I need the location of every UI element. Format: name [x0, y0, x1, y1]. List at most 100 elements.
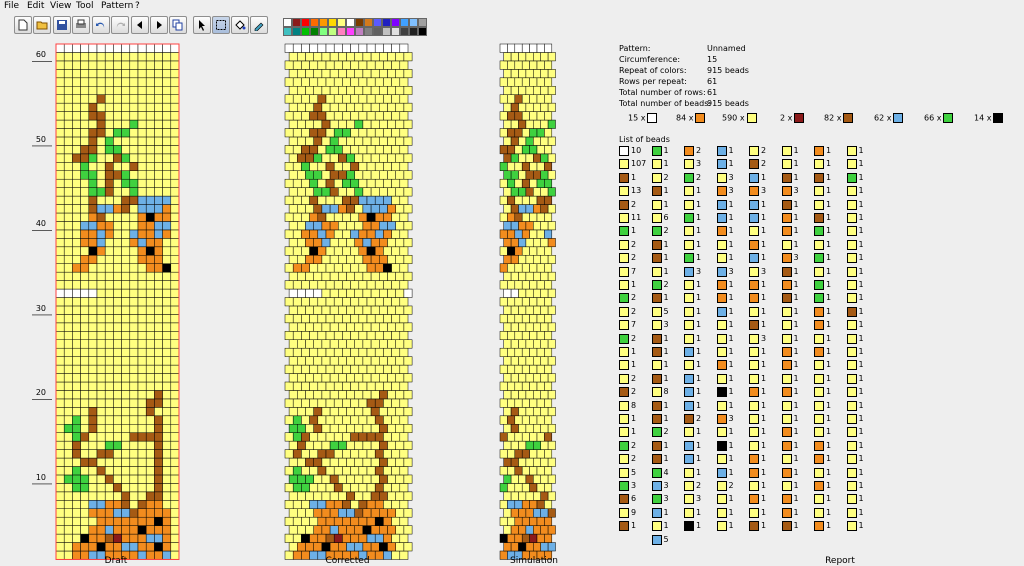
simulation-bead — [525, 153, 534, 163]
draft-bead — [129, 288, 139, 298]
simulation-bead — [533, 187, 541, 197]
draft-bead — [80, 128, 90, 138]
draft-bead — [154, 263, 163, 273]
draft-bead — [113, 195, 122, 205]
draft-bead — [154, 187, 163, 197]
draft-bead — [145, 500, 155, 509]
corrected-bead — [399, 162, 409, 172]
corrected-bead — [288, 271, 298, 281]
draft-bead — [154, 94, 163, 104]
corrected-bead — [403, 288, 413, 298]
draft-bead — [162, 162, 172, 172]
corrected-bead — [305, 525, 314, 535]
draft-bead — [72, 466, 81, 476]
draft-bead — [113, 136, 122, 146]
draft-bead — [121, 238, 131, 248]
corrected-bead — [391, 145, 401, 155]
corrected-bead — [358, 128, 368, 138]
bead-swatch — [716, 507, 727, 518]
simulation-bead — [514, 398, 523, 408]
corrected-bead — [301, 77, 310, 87]
draft-bead — [72, 255, 81, 264]
corrected-bead — [403, 102, 413, 112]
draft-bead — [88, 119, 98, 129]
corrected-bead — [403, 339, 413, 349]
corrected-bead — [370, 424, 380, 433]
draft-bead — [113, 229, 122, 239]
simulation-bead — [499, 246, 508, 256]
draft-bead — [55, 449, 65, 459]
simulation-bead — [540, 474, 549, 484]
corrected-bead — [321, 542, 331, 552]
corrected-bead — [403, 457, 413, 467]
draft-bead — [129, 187, 139, 197]
draft-bead — [145, 483, 155, 493]
draft-bead — [55, 178, 65, 188]
simulation-bead — [525, 204, 534, 214]
corrected-bead — [333, 212, 343, 222]
draft-bead — [55, 94, 65, 104]
corrected-bead — [370, 255, 380, 264]
simulation-bead — [533, 136, 541, 146]
corrected-bead — [317, 246, 327, 256]
simulation-bead — [540, 238, 549, 248]
corrected-bead — [346, 305, 355, 315]
bead-swatch — [749, 333, 759, 344]
corrected-bead — [379, 153, 388, 163]
corrected-bead — [317, 43, 327, 53]
draft-bead — [137, 339, 147, 349]
simulation-bead — [499, 364, 508, 374]
draft-bead — [72, 128, 81, 138]
corrected-bead — [387, 440, 396, 450]
draft-bead — [145, 69, 155, 79]
draft-bead — [96, 263, 106, 273]
bead-swatch — [716, 213, 727, 223]
draft-bead — [55, 102, 65, 112]
axis-label: 60 — [35, 50, 46, 60]
corrected-bead — [370, 305, 380, 315]
draft-bead — [55, 136, 65, 146]
corrected-bead — [350, 162, 360, 172]
simulation-bead — [521, 331, 530, 340]
draft-grid[interactable] — [0, 0, 1024, 566]
draft-bead — [170, 432, 180, 442]
bead-swatch — [716, 186, 727, 197]
corrected-bead — [366, 162, 376, 172]
bead-swatch — [684, 400, 694, 411]
draft-bead — [80, 178, 90, 188]
corrected-bead — [329, 508, 339, 518]
draft-bead — [72, 60, 81, 70]
bead-swatch — [684, 306, 694, 317]
corrected-bead — [301, 195, 310, 205]
draft-bead — [63, 288, 73, 298]
corrected-bead — [379, 390, 388, 400]
corrected-bead — [379, 474, 388, 484]
bead-swatch — [814, 360, 824, 371]
draft-bead — [121, 449, 131, 459]
draft-bead — [63, 297, 73, 307]
bead-swatch — [814, 293, 824, 304]
draft-bead — [145, 424, 155, 433]
simulation-bead — [514, 195, 523, 205]
draft-bead — [96, 364, 106, 374]
draft-bead — [129, 500, 139, 509]
simulation-bead — [529, 263, 538, 273]
corrected-bead — [362, 69, 372, 79]
simulation-bead — [547, 204, 556, 214]
corrected-bead — [338, 508, 347, 518]
draft-bead — [55, 246, 65, 256]
corrected-bead — [325, 43, 335, 53]
corrected-bead — [342, 347, 351, 357]
simulation-bead — [499, 347, 508, 357]
corrected-bead — [292, 500, 302, 509]
simulation-bead — [503, 373, 512, 383]
draft-bead — [121, 347, 131, 357]
corrected-bead — [379, 86, 388, 95]
draft-bead — [154, 491, 163, 501]
draft-bead — [96, 407, 106, 417]
bead-swatch — [716, 266, 727, 277]
draft-bead — [170, 440, 180, 450]
corrected-bead — [325, 533, 335, 543]
corrected-bead — [333, 280, 343, 290]
corrected-bead — [366, 263, 376, 273]
